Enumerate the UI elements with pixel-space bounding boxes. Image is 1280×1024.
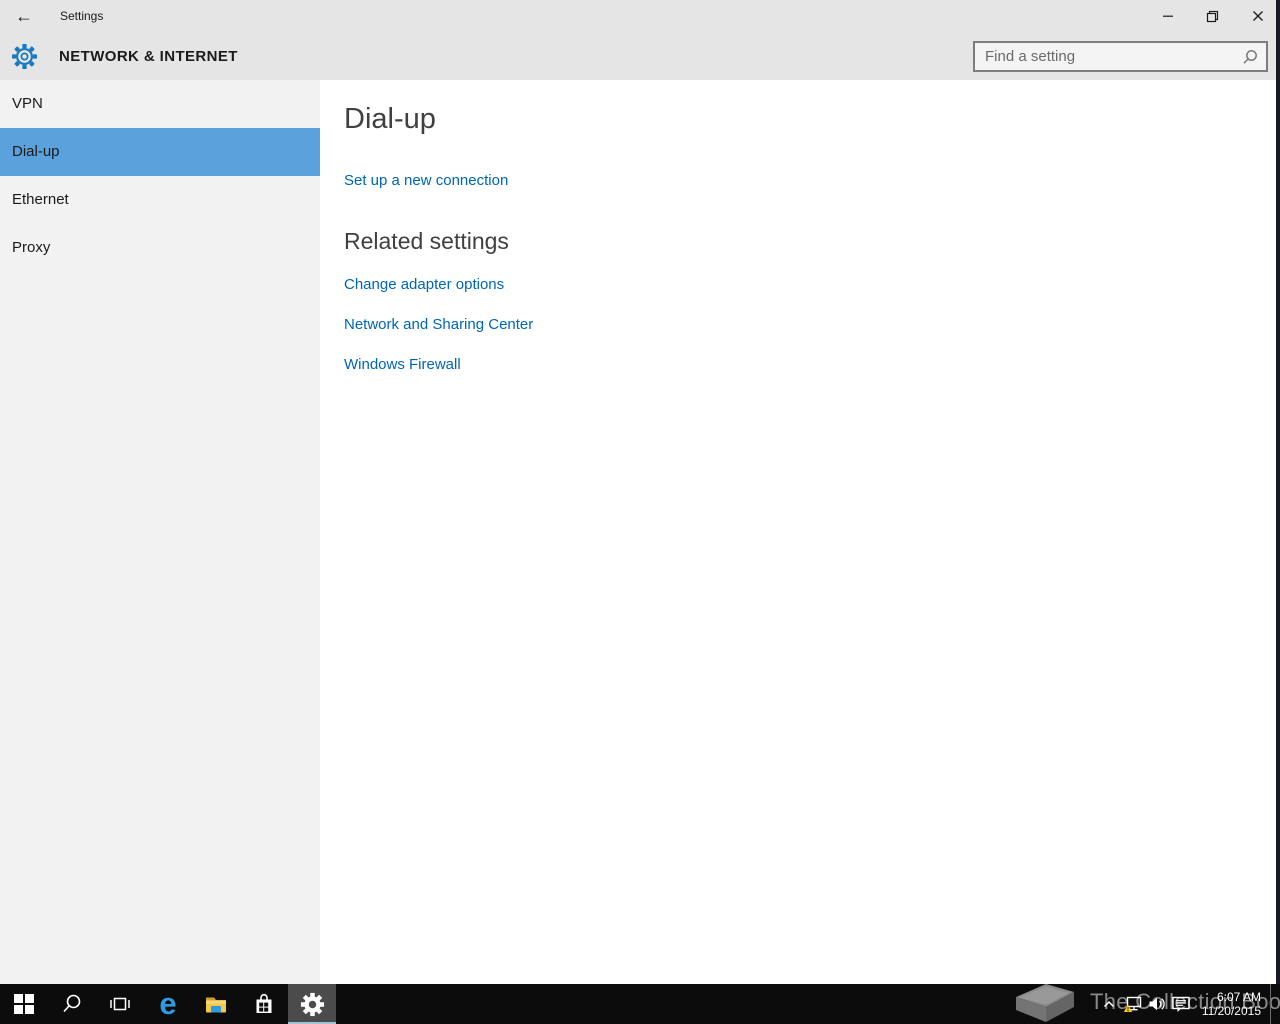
sidebar: VPN Dial-up Ethernet Proxy <box>0 80 320 984</box>
restore-button[interactable] <box>1190 0 1235 32</box>
related-links: Change adapter options Network and Shari… <box>344 274 1280 375</box>
search-icon[interactable] <box>1240 48 1260 68</box>
action-center-button[interactable] <box>1169 984 1193 1024</box>
speaker-icon <box>1149 997 1165 1011</box>
search-input[interactable] <box>975 43 1266 70</box>
close-icon <box>1252 11 1263 21</box>
file-explorer-button[interactable] <box>192 984 240 1024</box>
taskbar: The Collection Book e 6:07 AM 11/20/2015 <box>0 984 1280 1024</box>
related-settings-heading: Related settings <box>344 228 509 254</box>
network-sharing-center-link[interactable]: Network and Sharing Center <box>344 314 533 335</box>
back-arrow-icon: ← <box>15 5 33 26</box>
back-button[interactable]: ← <box>10 4 38 28</box>
settings-gear-icon <box>12 44 37 69</box>
chevron-up-icon <box>1103 1000 1115 1008</box>
network-status-button[interactable] <box>1121 984 1145 1024</box>
tray-chevron-button[interactable] <box>1097 984 1121 1024</box>
sidebar-item-proxy[interactable]: Proxy <box>0 224 320 272</box>
taskbar-buttons: e <box>0 984 336 1024</box>
settings-taskbar-button[interactable] <box>288 984 336 1024</box>
close-button[interactable] <box>1235 0 1280 32</box>
gear-icon <box>300 992 324 1016</box>
task-view-icon <box>110 997 130 1011</box>
edge-button[interactable]: e <box>144 984 192 1024</box>
system-tray: 6:07 AM 11/20/2015 <box>1097 984 1280 1024</box>
change-adapter-options-link[interactable]: Change adapter options <box>344 274 504 295</box>
network-warning-icon <box>1123 996 1141 1012</box>
setup-new-connection-link[interactable]: Set up a new connection <box>344 170 508 191</box>
windows-firewall-link[interactable]: Windows Firewall <box>344 354 461 375</box>
caption-buttons <box>1145 0 1280 32</box>
show-desktop-button[interactable] <box>1271 984 1280 1024</box>
edge-icon: e <box>159 986 177 1021</box>
window-border <box>1276 0 1280 984</box>
content-title: Dial-up <box>344 103 436 135</box>
store-icon <box>256 993 272 1013</box>
taskbar-search-button[interactable] <box>48 984 96 1024</box>
page-title: NETWORK & INTERNET <box>59 48 238 65</box>
clock-date: 11/20/2015 <box>1201 1004 1261 1018</box>
sidebar-item-vpn[interactable]: VPN <box>0 80 320 128</box>
search-box <box>973 41 1268 72</box>
minimize-button[interactable] <box>1145 0 1190 32</box>
window-title: Settings <box>60 9 104 23</box>
restore-icon <box>1206 10 1219 22</box>
start-button[interactable] <box>0 984 48 1024</box>
minimize-icon <box>1162 15 1173 17</box>
clock-time: 6:07 AM <box>1216 990 1261 1004</box>
clock[interactable]: 6:07 AM 11/20/2015 <box>1193 990 1265 1018</box>
file-explorer-icon <box>206 997 226 1013</box>
search-icon <box>63 994 81 1013</box>
sidebar-item-dialup[interactable]: Dial-up <box>0 128 320 176</box>
task-view-button[interactable] <box>96 984 144 1024</box>
main-content: Dial-up Set up a new connection Related … <box>320 80 1280 984</box>
book-logo-icon <box>1016 984 1074 1022</box>
store-button[interactable] <box>240 984 288 1024</box>
header: ← Settings NETWORK & INTERNET Find a set… <box>0 0 1280 80</box>
action-center-icon <box>1172 996 1190 1012</box>
sidebar-item-ethernet[interactable]: Ethernet <box>0 176 320 224</box>
volume-button[interactable] <box>1145 984 1169 1024</box>
settings-window: ← Settings NETWORK & INTERNET Find a set… <box>0 0 1280 1024</box>
windows-logo-icon <box>14 994 34 1014</box>
